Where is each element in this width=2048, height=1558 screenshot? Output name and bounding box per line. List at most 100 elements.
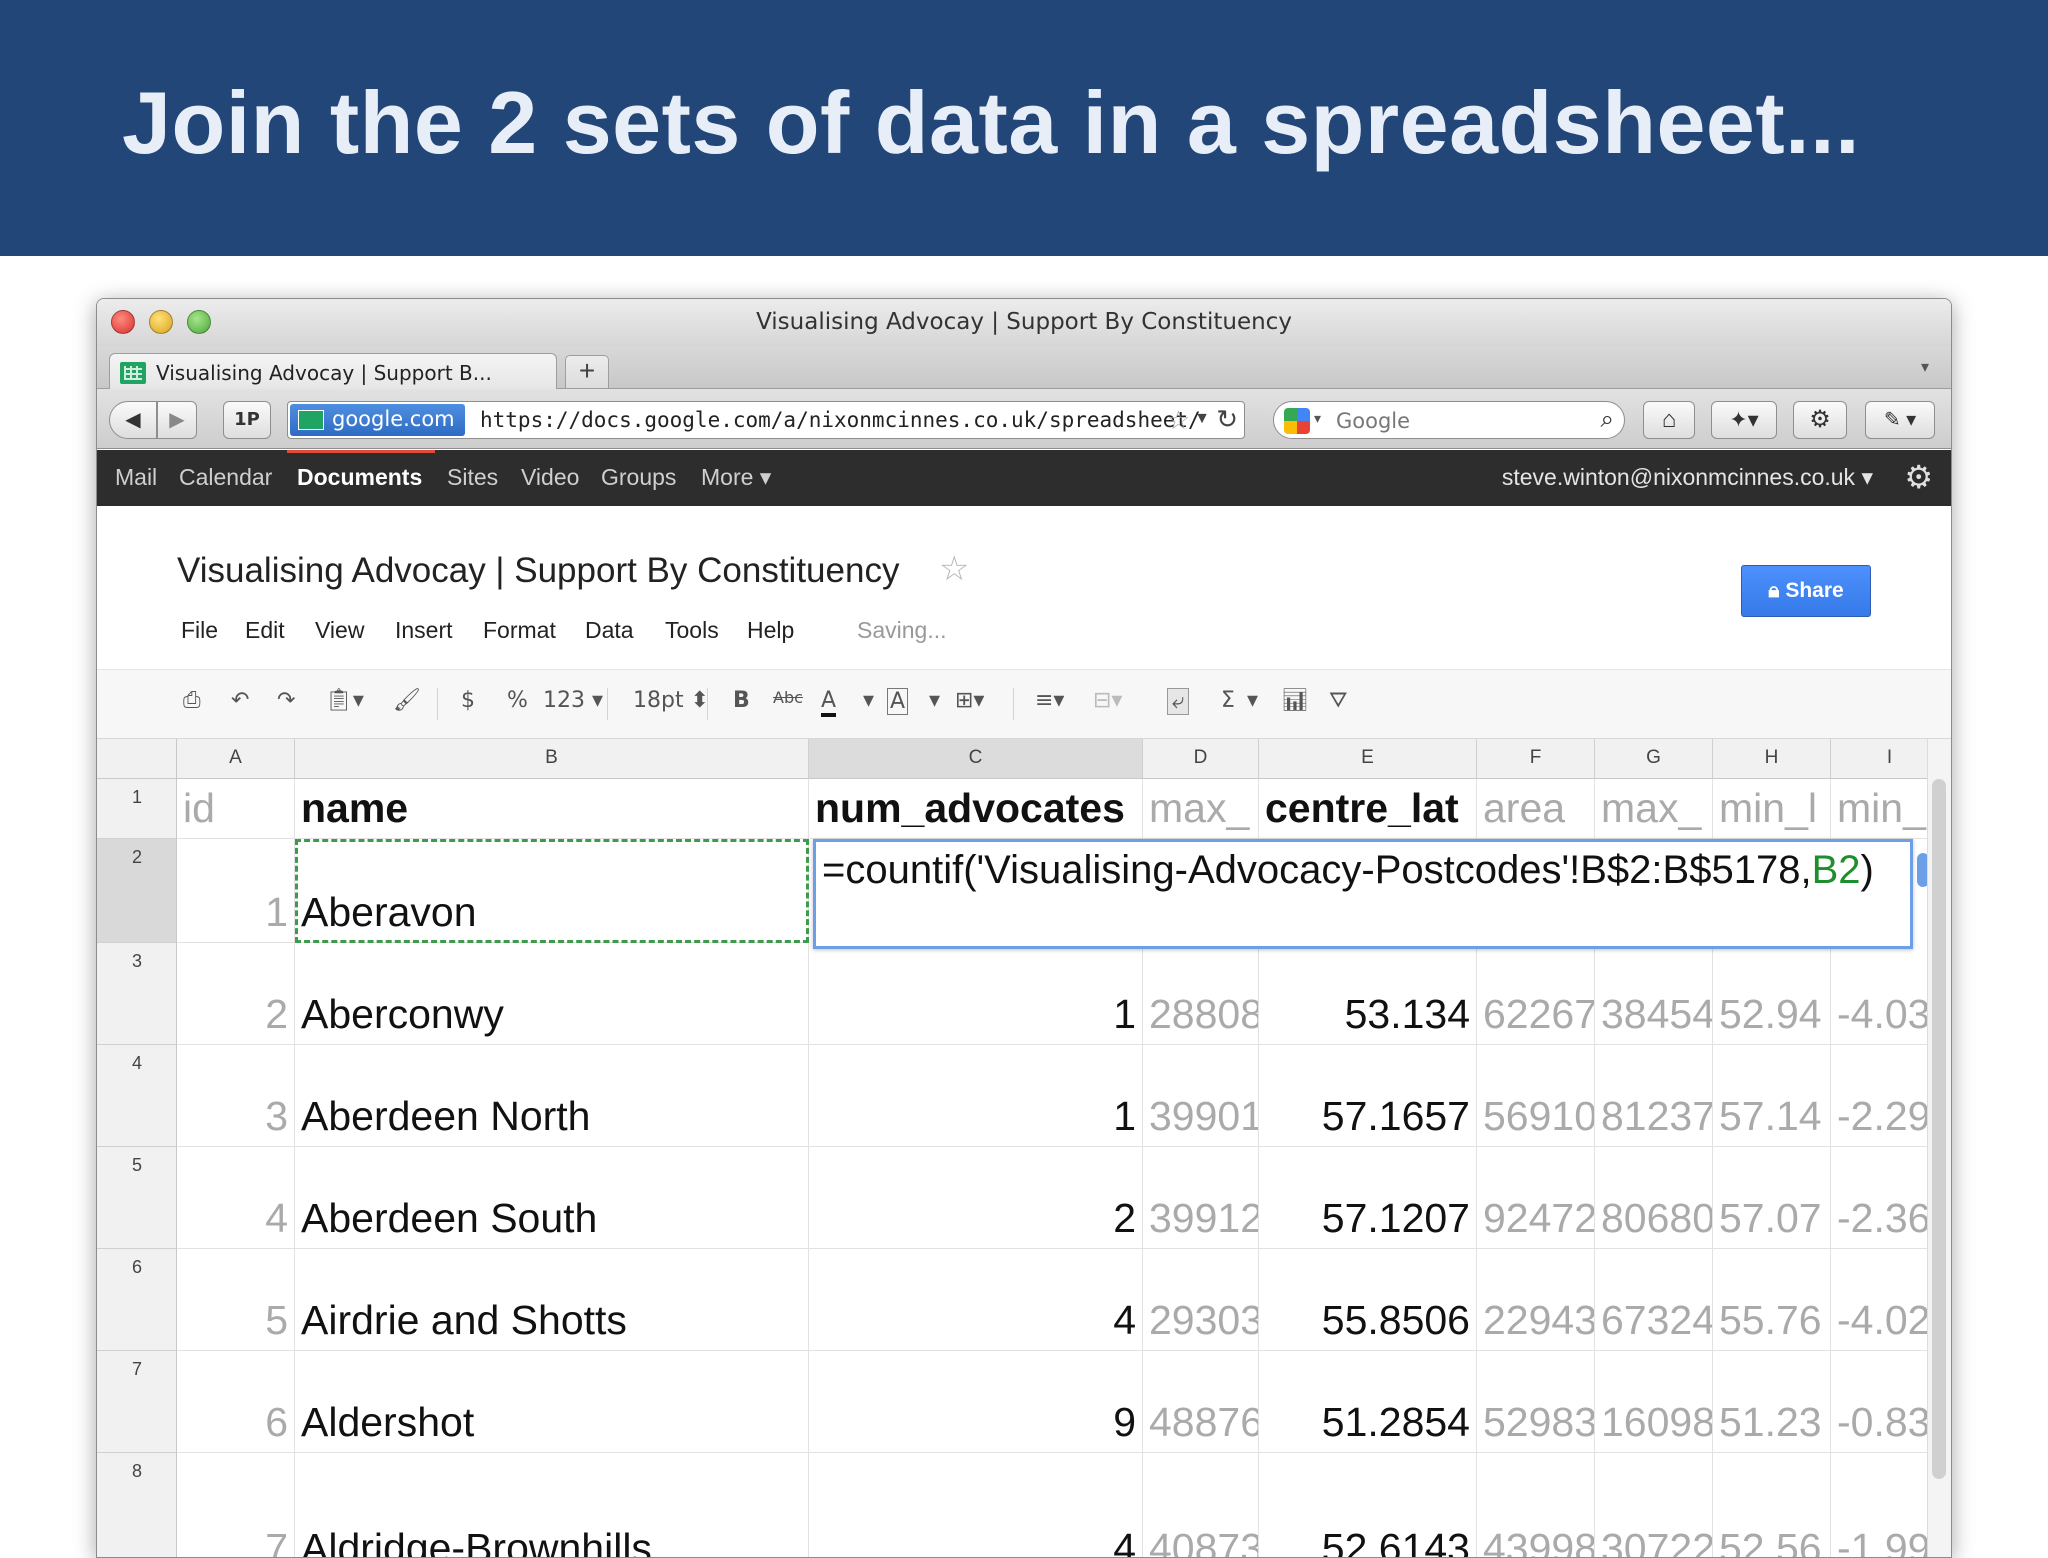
table-cell[interactable]: 52.56 [1713, 1453, 1831, 1557]
table-cell-name[interactable]: Airdrie and Shotts [295, 1249, 809, 1351]
table-cell-id[interactable]: 3 [177, 1045, 295, 1147]
search-input[interactable]: Google [1336, 409, 1410, 433]
gear-icon[interactable]: ⚙ [1904, 458, 1933, 496]
tab-overflow-icon[interactable]: ▾ [1921, 357, 1929, 377]
table-cell-id[interactable]: 7 [177, 1453, 295, 1557]
table-cell-centre-lat[interactable]: 51.2854 [1259, 1351, 1477, 1453]
site-identity-badge[interactable]: google.com [290, 404, 465, 436]
row-header[interactable]: 6 [97, 1249, 177, 1351]
dropdown-arrow-icon[interactable]: ▾ [929, 688, 940, 713]
gbar-item-documents[interactable]: Documents [297, 464, 422, 491]
paint-format-icon[interactable]: 🖌︎ [393, 688, 421, 713]
column-header-e[interactable]: E [1259, 739, 1477, 779]
table-cell-id[interactable]: 5 [177, 1249, 295, 1351]
currency-format-button[interactable]: $ [461, 688, 475, 713]
editor-resize-handle[interactable] [1917, 853, 1927, 887]
search-engine-dropdown-icon[interactable]: ▾ [1314, 410, 1321, 427]
table-cell[interactable]: -0.83 [1831, 1351, 1927, 1453]
scrollbar-thumb[interactable] [1932, 779, 1946, 1479]
table-cell-name[interactable]: Aberdeen South [295, 1147, 809, 1249]
percent-format-button[interactable]: % [507, 688, 528, 713]
header-cell-centre-lat[interactable]: centre_lat [1259, 779, 1477, 839]
gbar-item-sites[interactable]: Sites [447, 464, 498, 491]
share-button[interactable]: 🔒︎ Share [1741, 565, 1871, 617]
header-cell-max[interactable]: max_ [1595, 779, 1713, 839]
table-cell-num-advocates[interactable]: 4 [809, 1453, 1143, 1557]
table-cell[interactable]: 39901 [1143, 1045, 1259, 1147]
document-title[interactable]: Visualising Advocay | Support By Constit… [177, 551, 899, 591]
column-header-d[interactable]: D [1143, 739, 1259, 779]
table-cell-name[interactable]: Aberdeen North [295, 1045, 809, 1147]
table-cell[interactable]: 57.07 [1713, 1147, 1831, 1249]
table-cell-centre-lat[interactable]: 57.1207 [1259, 1147, 1477, 1249]
table-cell-num-advocates[interactable]: 1 [809, 1045, 1143, 1147]
url-text[interactable]: https://docs.google.com/a/nixonmcinnes.c… [480, 408, 1201, 432]
column-header-c[interactable]: C [809, 739, 1143, 779]
table-cell[interactable]: 28808 [1143, 943, 1259, 1045]
row-header[interactable]: 5 [97, 1147, 177, 1249]
account-menu[interactable]: steve.winton@nixonmcinnes.co.uk ▾ [1502, 464, 1873, 491]
menu-file[interactable]: File [181, 617, 218, 644]
table-cell-name[interactable]: Aberconwy [295, 943, 809, 1045]
table-cell[interactable]: -4.03 [1831, 943, 1927, 1045]
gbar-item-groups[interactable]: Groups [601, 464, 676, 491]
gbar-item-mail[interactable]: Mail [115, 464, 157, 491]
table-cell-centre-lat[interactable]: 57.1657 [1259, 1045, 1477, 1147]
column-header-h[interactable]: H [1713, 739, 1831, 779]
row-header[interactable]: 3 [97, 943, 177, 1045]
table-cell[interactable]: 30722 [1595, 1453, 1713, 1557]
table-cell-centre-lat[interactable]: 53.134 [1259, 943, 1477, 1045]
paste-icon[interactable]: 📋︎▾ [325, 688, 364, 713]
table-cell[interactable]: 80680 [1595, 1147, 1713, 1249]
bold-button[interactable]: B [733, 688, 750, 713]
font-size-dropdown[interactable]: 18pt ⬍ [633, 688, 709, 713]
column-header-i[interactable]: I [1831, 739, 1927, 779]
table-cell-name[interactable]: Aldershot [295, 1351, 809, 1453]
menu-insert[interactable]: Insert [395, 617, 453, 644]
gbar-item-more[interactable]: More ▾ [701, 464, 771, 491]
new-tab-button[interactable]: + [565, 355, 609, 389]
home-button[interactable]: ⌂ [1643, 401, 1695, 439]
table-cell[interactable]: 40873 [1143, 1453, 1259, 1557]
menu-format[interactable]: Format [483, 617, 556, 644]
wrap-text-icon[interactable]: ⤶ [1167, 688, 1190, 715]
table-cell-id[interactable]: 1 [177, 839, 295, 943]
table-cell[interactable]: 92472 [1477, 1147, 1595, 1249]
row-header[interactable]: 1 [97, 779, 177, 839]
redo-icon[interactable]: ↷ [277, 688, 295, 713]
extensions-button[interactable]: ✎ ▾ [1865, 401, 1935, 439]
header-cell-min-lat[interactable]: min_l [1713, 779, 1831, 839]
print-icon[interactable]: ⎙ [183, 688, 201, 713]
fill-color-button[interactable]: A [887, 688, 909, 715]
table-cell[interactable]: 38454 [1595, 943, 1713, 1045]
header-cell-max[interactable]: max_ [1143, 779, 1259, 839]
table-cell[interactable]: 81237 [1595, 1045, 1713, 1147]
table-cell-id[interactable]: 4 [177, 1147, 295, 1249]
table-cell-num-advocates[interactable]: 4 [809, 1249, 1143, 1351]
menu-edit[interactable]: Edit [245, 617, 285, 644]
table-cell[interactable]: 48876 [1143, 1351, 1259, 1453]
header-cell-min[interactable]: min_ [1831, 779, 1927, 839]
dropdown-arrow-icon[interactable]: ▾ [863, 688, 874, 713]
table-cell-centre-lat[interactable]: 52.6143 [1259, 1453, 1477, 1557]
url-history-dropdown-icon[interactable]: ▼ [1194, 410, 1210, 428]
column-header-g[interactable]: G [1595, 739, 1713, 779]
menu-tools[interactable]: Tools [665, 617, 719, 644]
sum-icon[interactable]: Σ [1221, 688, 1235, 713]
row-header[interactable]: 2 [97, 839, 177, 943]
browser-settings-button[interactable]: ⚙ [1793, 401, 1847, 439]
table-cell-centre-lat[interactable]: 55.8506 [1259, 1249, 1477, 1351]
bookmark-star-icon[interactable]: ☆ [1167, 405, 1190, 436]
table-cell[interactable]: 52.94 [1713, 943, 1831, 1045]
column-header-b[interactable]: B [295, 739, 809, 779]
table-cell[interactable]: 62267 [1477, 943, 1595, 1045]
onepassword-button[interactable]: 1P [223, 401, 271, 439]
google-logo-icon[interactable] [1284, 408, 1310, 434]
menu-data[interactable]: Data [585, 617, 634, 644]
table-cell[interactable]: 67324 [1595, 1249, 1713, 1351]
table-cell[interactable]: -2.29 [1831, 1045, 1927, 1147]
table-cell[interactable]: 51.23 [1713, 1351, 1831, 1453]
table-cell-id[interactable]: 6 [177, 1351, 295, 1453]
table-cell[interactable]: 52983 [1477, 1351, 1595, 1453]
table-cell[interactable]: 22943 [1477, 1249, 1595, 1351]
